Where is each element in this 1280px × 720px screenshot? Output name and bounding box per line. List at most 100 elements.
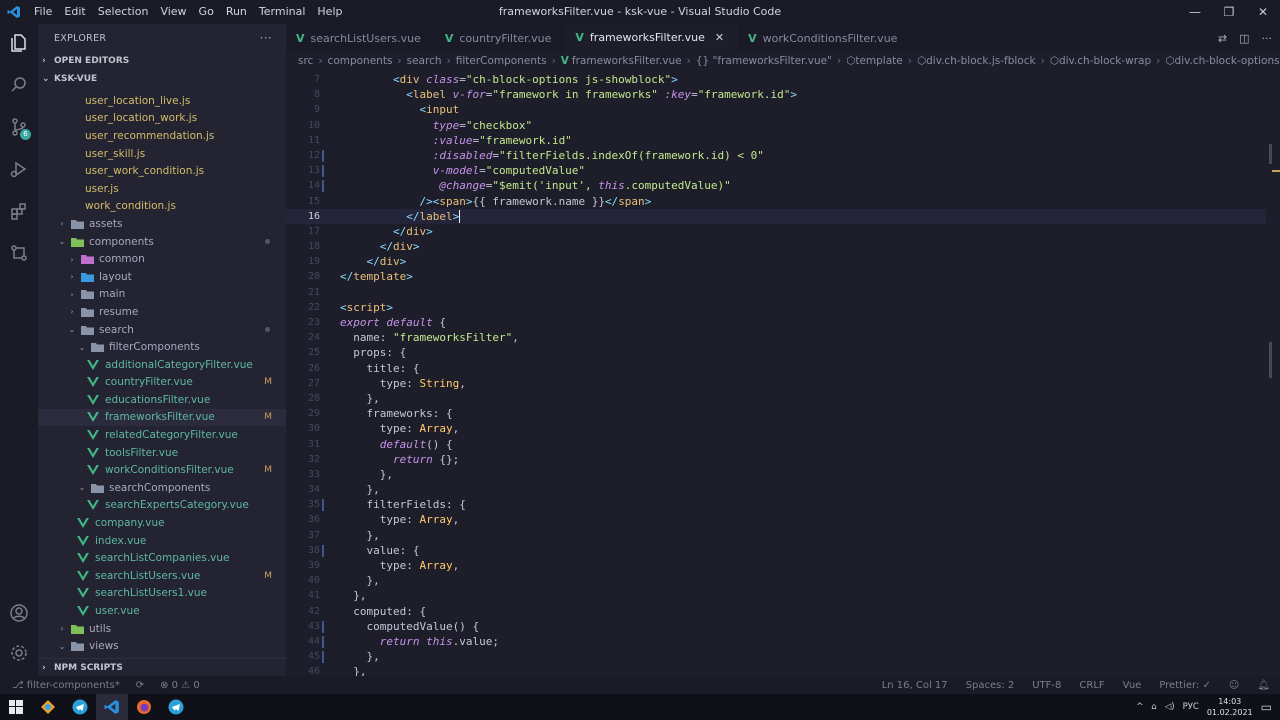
- code-line[interactable]: 44 return this.value;: [286, 634, 1266, 649]
- tree-item[interactable]: user_skill.js: [38, 145, 286, 163]
- menu-item-help[interactable]: Help: [311, 0, 348, 24]
- vscode-taskbar-icon[interactable]: [96, 694, 128, 720]
- tree-item[interactable]: company.vue: [38, 514, 286, 532]
- maximize-icon[interactable]: ❐: [1212, 0, 1246, 24]
- close-tab-icon[interactable]: ✕: [715, 31, 724, 44]
- code-line[interactable]: 13 v-model="computedValue": [286, 163, 1266, 178]
- tree-item[interactable]: ⌄ filterComponents: [38, 338, 286, 356]
- code-line[interactable]: 46 },: [286, 664, 1266, 676]
- breadcrumb-item[interactable]: src: [298, 55, 313, 67]
- tree-item[interactable]: user_location_live.js: [38, 92, 286, 110]
- code-line[interactable]: 26 title: {: [286, 361, 1266, 376]
- tree-item[interactable]: › resume: [38, 303, 286, 321]
- code-line[interactable]: 38 value: {: [286, 543, 1266, 558]
- menu-item-run[interactable]: Run: [220, 0, 253, 24]
- tree-item[interactable]: relatedCategoryFilter.vue: [38, 426, 286, 444]
- code-line[interactable]: 29 frameworks: {: [286, 406, 1266, 421]
- tree-item[interactable]: frameworksFilter.vue M: [38, 408, 286, 427]
- tray-chevron-icon[interactable]: ^: [1136, 702, 1143, 712]
- menu-item-go[interactable]: Go: [193, 0, 220, 24]
- tree-item[interactable]: index.vue: [38, 532, 286, 550]
- search-icon[interactable]: [0, 66, 38, 104]
- open-editors-section[interactable]: › OPEN EDITORS: [38, 52, 286, 70]
- line-ending[interactable]: CRLF: [1079, 680, 1104, 691]
- editor-tab[interactable]: VsearchListUsers.vue: [286, 24, 435, 52]
- app-icon[interactable]: [32, 694, 64, 720]
- code-line[interactable]: 31 default() {: [286, 437, 1266, 452]
- volume-icon[interactable]: ◁): [1165, 702, 1175, 712]
- code-line[interactable]: 33 },: [286, 467, 1266, 482]
- tree-item[interactable]: work_condition.js: [38, 198, 286, 216]
- code-line[interactable]: 9 <input: [286, 102, 1266, 117]
- code-line[interactable]: 21: [286, 285, 1266, 300]
- tree-item[interactable]: ⌄ components: [38, 233, 286, 251]
- telegram-icon[interactable]: [160, 694, 192, 720]
- notification-center-icon[interactable]: ▭: [1261, 700, 1272, 714]
- tree-item[interactable]: › common: [38, 250, 286, 268]
- code-line[interactable]: 32 return {};: [286, 452, 1266, 467]
- tree-item[interactable]: › layout: [38, 268, 286, 286]
- code-line[interactable]: 34 },: [286, 482, 1266, 497]
- code-line[interactable]: 36 type: Array,: [286, 512, 1266, 527]
- tree-item[interactable]: ⌄ views: [38, 637, 286, 655]
- code-line[interactable]: 7 <div class="ch-block-options js-showbl…: [286, 72, 1266, 87]
- code-line[interactable]: 20 </template>: [286, 269, 1266, 284]
- code-line[interactable]: 42 computed: {: [286, 604, 1266, 619]
- close-icon[interactable]: ✕: [1246, 0, 1280, 24]
- code-line[interactable]: 45 },: [286, 649, 1266, 664]
- code-line[interactable]: 19 </div>: [286, 254, 1266, 269]
- run-debug-icon[interactable]: [0, 150, 38, 188]
- tree-item[interactable]: user.js: [38, 180, 286, 198]
- code-line[interactable]: 16 </label>: [286, 208, 1266, 224]
- windows-start-icon[interactable]: [0, 694, 32, 720]
- compare-changes-icon[interactable]: ⇄: [1218, 32, 1227, 45]
- code-line[interactable]: 43 computedValue() {: [286, 619, 1266, 634]
- code-line[interactable]: 10 type="checkbox": [286, 118, 1266, 133]
- source-control-icon[interactable]: 6: [0, 108, 38, 146]
- code-line[interactable]: 28 },: [286, 391, 1266, 406]
- prettier-status[interactable]: Prettier: ✓: [1159, 680, 1211, 691]
- code-line[interactable]: 23 export default {: [286, 315, 1266, 330]
- code-line[interactable]: 11 :value="framework.id": [286, 133, 1266, 148]
- editor-scrollbar[interactable]: [1266, 72, 1280, 676]
- more-actions-icon[interactable]: ···: [1262, 32, 1273, 45]
- git-branch[interactable]: ⎇ filter-components*: [12, 680, 120, 691]
- breadcrumb-item[interactable]: components: [328, 55, 393, 67]
- tree-item[interactable]: user_recommendation.js: [38, 127, 286, 145]
- code-line[interactable]: 24 name: "frameworksFilter",: [286, 330, 1266, 345]
- code-line[interactable]: 18 </div>: [286, 239, 1266, 254]
- code-line[interactable]: 22 <script>: [286, 300, 1266, 315]
- code-line[interactable]: 37 },: [286, 528, 1266, 543]
- tree-item[interactable]: ⌄ search: [38, 321, 286, 339]
- code-line[interactable]: 25 props: {: [286, 345, 1266, 360]
- minimize-icon[interactable]: —: [1178, 0, 1212, 24]
- breadcrumb-item[interactable]: div.ch-block-wrap: [1059, 55, 1151, 67]
- code-line[interactable]: 14 @change="$emit('input', this.computed…: [286, 178, 1266, 193]
- tree-item[interactable]: user.vue: [38, 602, 286, 620]
- npm-scripts-section[interactable]: › NPM SCRIPTS: [38, 659, 286, 676]
- breadcrumb-item[interactable]: filterComponents: [456, 55, 547, 67]
- tree-item[interactable]: searchListUsers1.vue: [38, 585, 286, 603]
- split-editor-icon[interactable]: ◫: [1239, 32, 1249, 45]
- editor-tab[interactable]: VcountryFilter.vue: [435, 24, 566, 52]
- code-line[interactable]: 15 /><span>{{ framework.name }}</span>: [286, 194, 1266, 209]
- menu-item-view[interactable]: View: [154, 0, 192, 24]
- sync-icon[interactable]: ⟳: [136, 680, 144, 691]
- tree-item[interactable]: › main: [38, 286, 286, 304]
- tree-item[interactable]: ⌄ searchComponents: [38, 479, 286, 497]
- language-mode[interactable]: Vue: [1123, 680, 1142, 691]
- clock[interactable]: 14:03 01.02.2021: [1207, 696, 1253, 718]
- code-line[interactable]: 17 </div>: [286, 224, 1266, 239]
- more-actions-icon[interactable]: ···: [260, 31, 272, 45]
- code-line[interactable]: 40 },: [286, 573, 1266, 588]
- tree-item[interactable]: searchExpertsCategory.vue: [38, 497, 286, 515]
- tree-item[interactable]: user_location_work.js: [38, 110, 286, 128]
- breadcrumb-item[interactable]: div.ch-block-options.js-showblock: [1175, 55, 1280, 67]
- tree-item[interactable]: searchListUsers.vue M: [38, 567, 286, 585]
- breadcrumb-item[interactable]: search: [407, 55, 442, 67]
- firefox-icon[interactable]: [128, 694, 160, 720]
- editor-tab[interactable]: VworkConditionsFilter.vue: [738, 24, 911, 52]
- menu-item-file[interactable]: File: [28, 0, 58, 24]
- cursor-position[interactable]: Ln 16, Col 17: [882, 680, 948, 691]
- tree-item[interactable]: › utils: [38, 620, 286, 638]
